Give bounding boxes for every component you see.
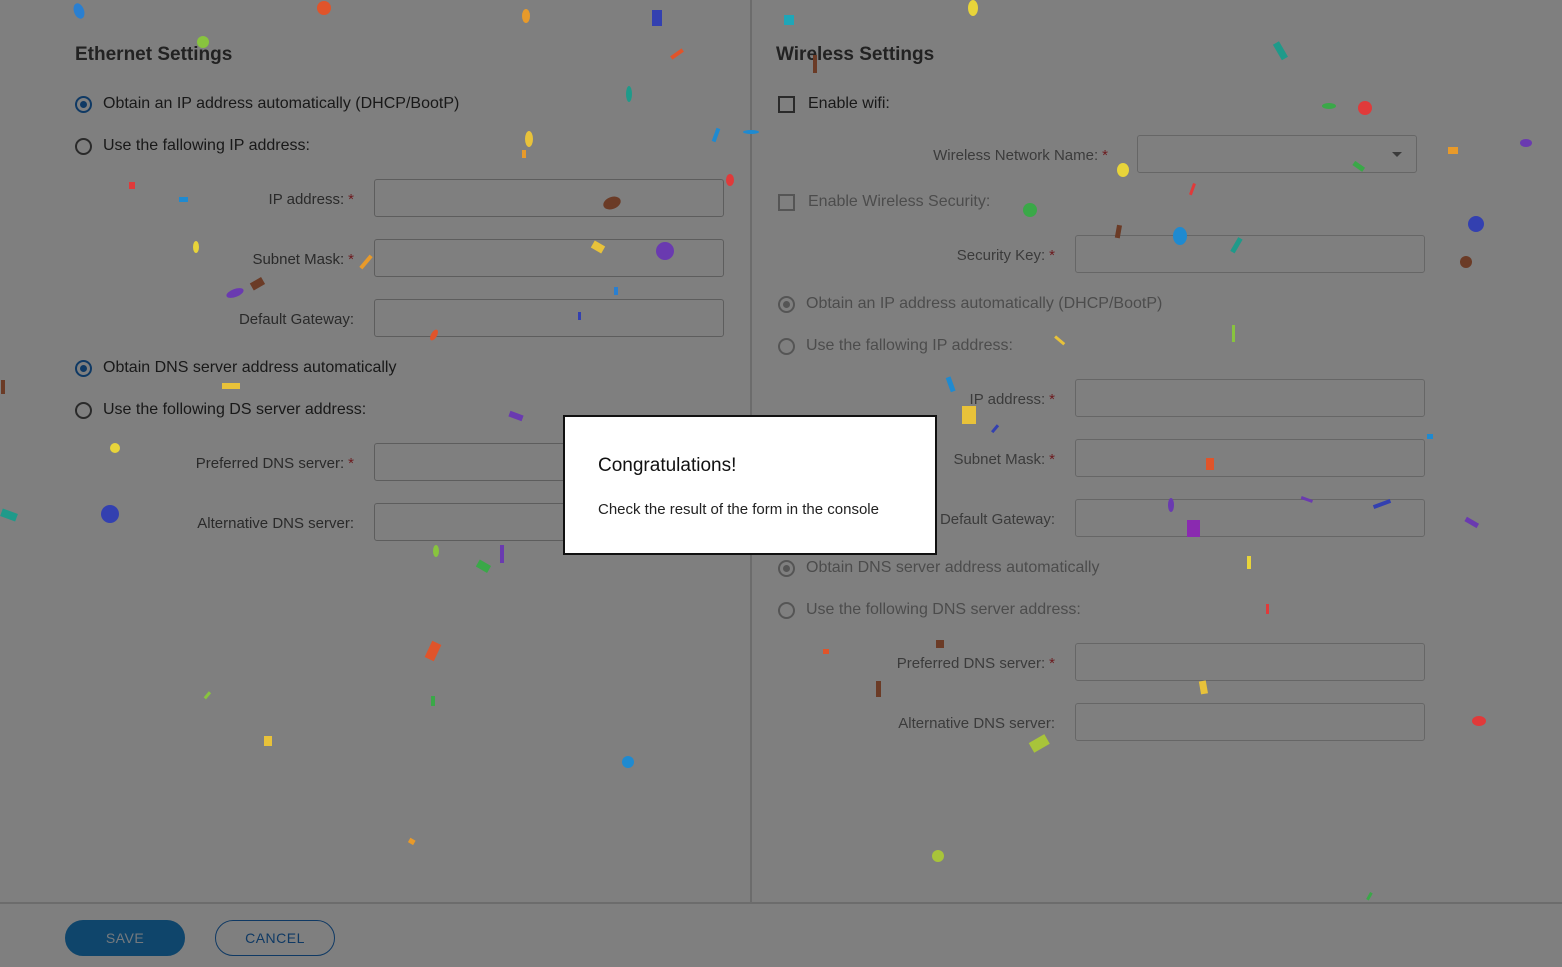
dialog-title: Congratulations! (598, 455, 737, 476)
dialog-message: Check the result of the form in the cons… (598, 501, 879, 518)
congratulations-dialog: Congratulations! Check the result of the… (563, 415, 937, 555)
